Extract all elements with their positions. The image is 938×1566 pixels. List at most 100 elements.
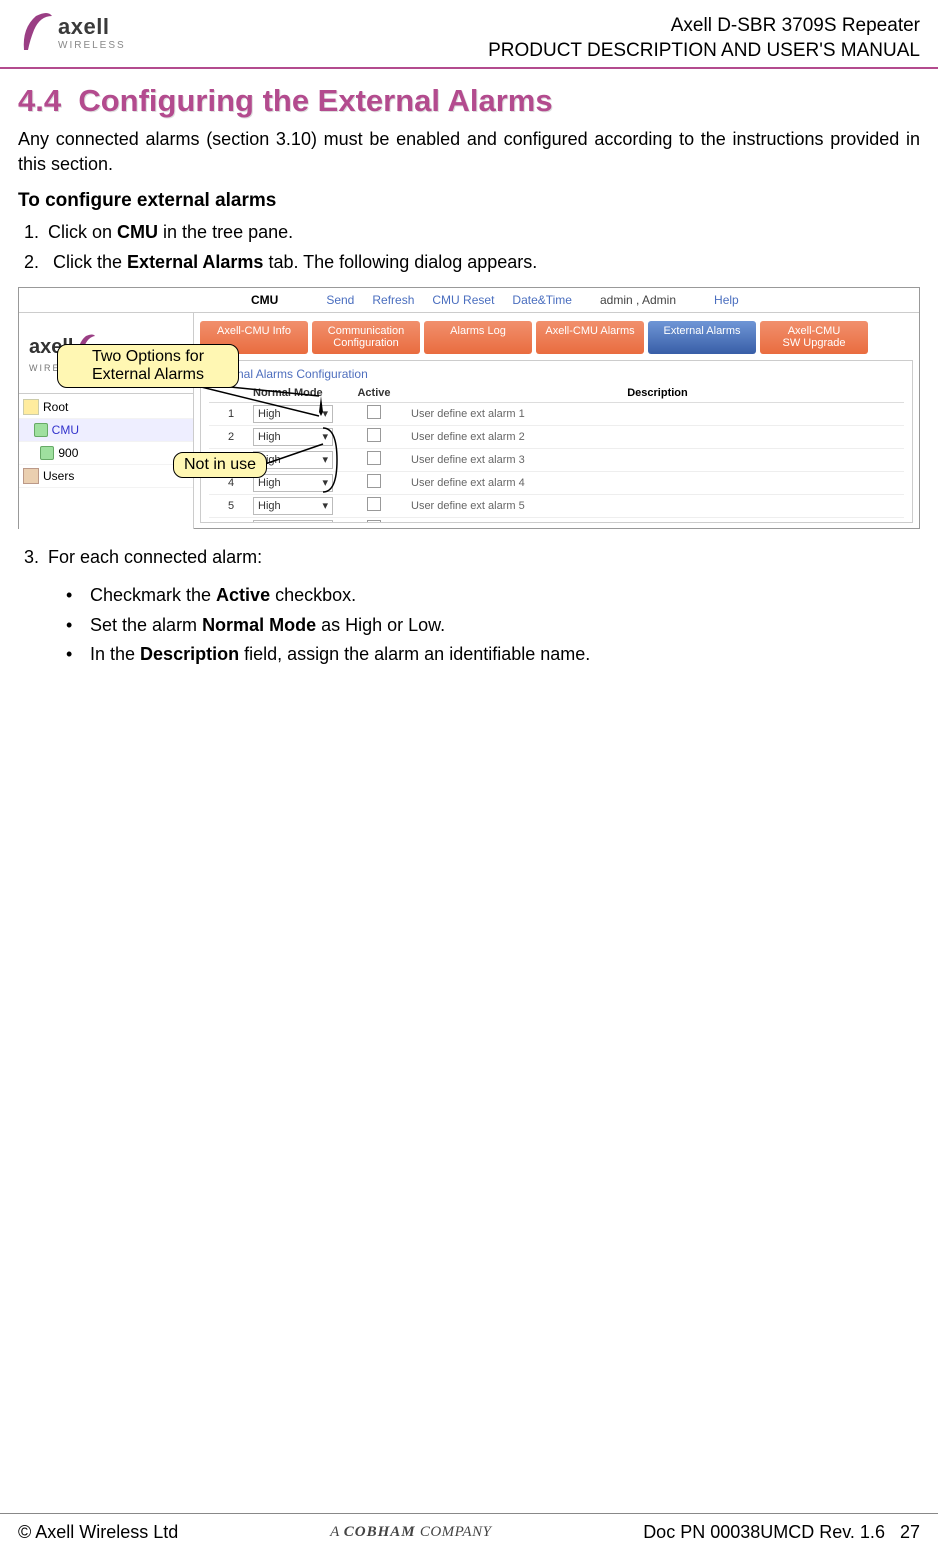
- topbar-datetime[interactable]: Date&Time: [512, 293, 572, 307]
- tab-alarms-log[interactable]: Alarms Log: [424, 321, 532, 353]
- bullet-normal-mode: Set the alarm Normal Mode as High or Low…: [80, 611, 920, 641]
- logo-brand: axell: [58, 14, 126, 40]
- chevron-down-icon: ▾: [322, 476, 328, 489]
- tree-900[interactable]: 900: [19, 442, 193, 465]
- step-list: Click on CMU in the tree pane. Click the…: [18, 218, 920, 277]
- alarm-row: 1High▾ User define ext alarm 1: [209, 403, 904, 426]
- alarm-table-header: Normal Mode Active Description: [209, 387, 904, 403]
- tab-comm-config[interactable]: CommunicationConfiguration: [312, 321, 420, 353]
- alarm-mode-cell: High▾: [253, 428, 343, 446]
- tree-cmu[interactable]: CMU: [19, 419, 193, 442]
- doc-title-line2: PRODUCT DESCRIPTION AND USER'S MANUAL: [488, 39, 920, 64]
- alarm-row: 5High▾ User define ext alarm 5: [209, 495, 904, 518]
- panel-title: External Alarms Configuration: [209, 367, 904, 381]
- footer-copyright: © Axell Wireless Ltd: [18, 1522, 178, 1543]
- topbar-reset[interactable]: CMU Reset: [432, 293, 494, 307]
- chevron-down-icon: ▾: [322, 407, 328, 420]
- ui-tree: Root CMU 900 Users: [19, 393, 193, 529]
- page-number: 27: [900, 1522, 920, 1542]
- alarm-description: User define ext alarm 1: [405, 408, 904, 420]
- alarm-index: 6: [209, 523, 253, 524]
- callout-two-options: Two Options for External Alarms: [57, 344, 239, 388]
- topbar-send[interactable]: Send: [326, 293, 354, 307]
- embedded-ui-screenshot: CMU Send Refresh CMU Reset Date&Time adm…: [18, 287, 920, 529]
- active-checkbox[interactable]: [367, 405, 381, 419]
- section-number: 4.4: [18, 83, 61, 118]
- mode-select[interactable]: High▾: [253, 405, 333, 423]
- page-footer: © Axell Wireless Ltd A COBHAM COMPANY Do…: [0, 1513, 938, 1550]
- chevron-down-icon: ▾: [322, 430, 328, 443]
- step-3: For each connected alarm:: [44, 543, 920, 573]
- topbar-admin: admin , Admin: [600, 293, 676, 307]
- alarm-active-cell: [343, 497, 405, 514]
- chevron-down-icon: ▾: [322, 499, 328, 512]
- external-alarms-term: External Alarms: [127, 252, 263, 272]
- alarm-row: 6High▾ User define ext alarm 6: [209, 518, 904, 524]
- section-heading: Configuring the External Alarms: [78, 83, 552, 118]
- tab-cmu-alarms[interactable]: Axell-CMU Alarms: [536, 321, 644, 353]
- step-list-cont: For each connected alarm:: [18, 543, 920, 573]
- topbar-refresh[interactable]: Refresh: [372, 293, 414, 307]
- section-title: 4.4 Configuring the External Alarms: [18, 83, 920, 119]
- col-description: Description: [405, 387, 904, 399]
- topbar-help[interactable]: Help: [714, 293, 739, 307]
- alarm-index: 5: [209, 500, 253, 512]
- bullet-description: In the Description field, assign the ala…: [80, 640, 920, 670]
- alarm-row: 2High▾User define ext alarm 2: [209, 426, 904, 449]
- active-checkbox[interactable]: [367, 451, 381, 465]
- node-icon: [34, 423, 48, 437]
- topbar-cmu: CMU: [251, 293, 278, 307]
- active-checkbox[interactable]: [367, 497, 381, 511]
- doc-title-block: Axell D-SBR 3709S Repeater PRODUCT DESCR…: [488, 14, 920, 63]
- external-alarms-panel: External Alarms Configuration Normal Mod…: [200, 360, 913, 524]
- tab-sw-upgrade[interactable]: Axell-CMUSW Upgrade: [760, 321, 868, 353]
- alarm-row: 3High▾User define ext alarm 3: [209, 449, 904, 472]
- step-1: Click on CMU in the tree pane.: [44, 218, 920, 248]
- mode-select[interactable]: High▾: [253, 520, 333, 524]
- alarm-description: User define ext alarm 3: [405, 454, 904, 466]
- tree-root[interactable]: Root: [19, 396, 193, 419]
- ui-main: Axell-CMU Info CommunicationConfiguratio…: [194, 313, 919, 529]
- mode-select[interactable]: High▾: [253, 497, 333, 515]
- mode-select[interactable]: High▾: [253, 474, 333, 492]
- step-2: Click the External Alarms tab. The follo…: [44, 248, 920, 278]
- chevron-down-icon: ▾: [322, 522, 328, 523]
- page-header: axell WIRELESS Axell D-SBR 3709S Repeate…: [0, 0, 938, 69]
- alarm-description: User define ext alarm 4: [405, 477, 904, 489]
- tab-external-alarms[interactable]: External Alarms: [648, 321, 756, 353]
- active-checkbox[interactable]: [367, 428, 381, 442]
- alarm-active-cell: [343, 405, 405, 422]
- page-content: 4.4 Configuring the External Alarms Any …: [0, 69, 938, 676]
- cmu-term: CMU: [117, 222, 158, 242]
- callout-not-in-use: Not in use: [173, 452, 267, 478]
- col-active: Active: [343, 387, 405, 399]
- alarm-index: 1: [209, 408, 253, 420]
- active-checkbox[interactable]: [367, 520, 381, 523]
- alarm-description: User define ext alarm 2: [405, 431, 904, 443]
- tree-users[interactable]: Users: [19, 465, 193, 488]
- mode-select[interactable]: High▾: [253, 428, 333, 446]
- footer-company: A COBHAM COMPANY: [330, 1524, 491, 1541]
- home-icon: [23, 399, 39, 415]
- alarm-description: User define ext alarm 5: [405, 500, 904, 512]
- doc-title-line1: Axell D-SBR 3709S Repeater: [488, 14, 920, 39]
- ui-topbar: CMU Send Refresh CMU Reset Date&Time adm…: [19, 288, 919, 313]
- node-icon: [40, 446, 54, 460]
- alarm-active-cell: [343, 428, 405, 445]
- col-normal-mode: Normal Mode: [253, 387, 343, 399]
- alarm-active-cell: [343, 474, 405, 491]
- alarm-mode-cell: High▾: [253, 520, 343, 524]
- alarm-mode-cell: High▾: [253, 497, 343, 515]
- alarm-mode-cell: High▾: [253, 405, 343, 423]
- tab-row: Axell-CMU Info CommunicationConfiguratio…: [194, 313, 919, 353]
- instructions-heading: To configure external alarms: [18, 190, 920, 212]
- user-icon: [23, 468, 39, 484]
- bullet-active: Checkmark the Active checkbox.: [80, 581, 920, 611]
- alarm-description: User define ext alarm 6: [405, 523, 904, 524]
- alarm-rows: 1High▾User define ext alarm 12High▾User …: [209, 403, 904, 524]
- chevron-down-icon: ▾: [322, 453, 328, 466]
- active-checkbox[interactable]: [367, 474, 381, 488]
- logo: axell WIRELESS: [18, 10, 126, 54]
- alarm-active-cell: [343, 451, 405, 468]
- logo-swirl-icon: [18, 10, 56, 54]
